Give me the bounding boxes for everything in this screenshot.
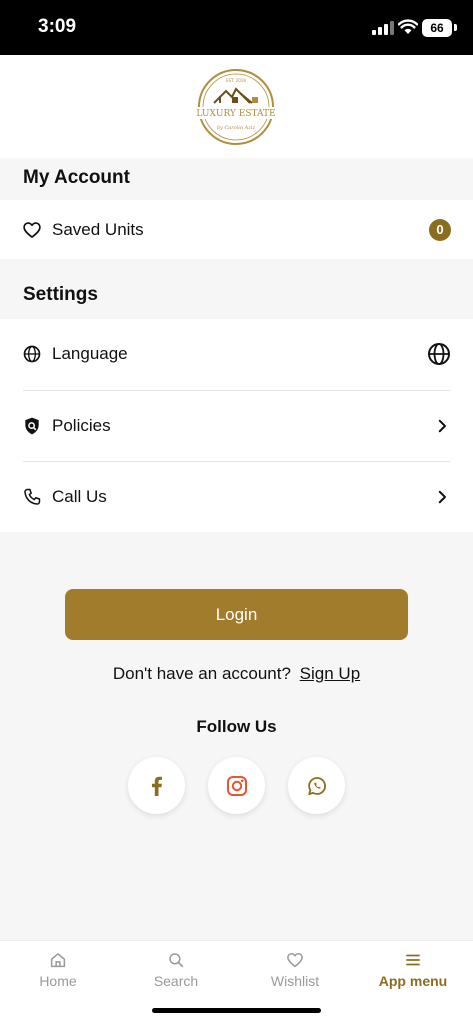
heart-icon bbox=[23, 221, 41, 238]
whatsapp-button[interactable] bbox=[288, 757, 345, 814]
logo-main-text: LUXURY ESTATE bbox=[196, 109, 275, 119]
home-indicator[interactable] bbox=[152, 1008, 321, 1013]
status-bar: 3:09 66 bbox=[0, 0, 473, 55]
whatsapp-icon bbox=[307, 776, 326, 795]
phone-icon bbox=[24, 488, 41, 505]
follow-us-title: Follow Us bbox=[196, 717, 277, 736]
home-icon bbox=[50, 953, 66, 968]
tab-app-menu[interactable]: App menu bbox=[363, 951, 463, 1001]
tab-home[interactable]: Home bbox=[8, 951, 108, 1001]
saved-units-label: Saved Units bbox=[52, 219, 144, 239]
settings-title: Settings bbox=[23, 284, 98, 305]
luxury-estate-logo: EST. 2018 LUXURY ESTATE by Carolin Aziz bbox=[194, 69, 278, 145]
heart-icon bbox=[287, 953, 303, 968]
instagram-icon bbox=[226, 775, 247, 796]
my-account-header: My Account bbox=[0, 158, 473, 200]
tab-search[interactable]: Search bbox=[126, 951, 226, 1001]
language-label: Language bbox=[52, 344, 128, 363]
tab-home-label: Home bbox=[39, 973, 77, 989]
wifi-icon bbox=[398, 19, 418, 34]
settings-header: Settings bbox=[0, 259, 473, 319]
signup-prompt: Don't have an account? Sign Up bbox=[0, 664, 473, 684]
tab-wishlist[interactable]: Wishlist bbox=[245, 951, 345, 1001]
chevron-right-icon bbox=[438, 419, 446, 433]
my-account-title: My Account bbox=[23, 167, 130, 188]
policies-label: Policies bbox=[52, 416, 111, 435]
settings-block: Language Policies Call Us bbox=[0, 319, 473, 532]
menu-icon bbox=[406, 954, 420, 966]
tab-wishlist-label: Wishlist bbox=[270, 973, 320, 989]
facebook-button[interactable] bbox=[128, 757, 185, 814]
no-account-text: Don't have an account? bbox=[112, 664, 291, 683]
tab-app-menu-label: App menu bbox=[378, 973, 448, 989]
signup-link[interactable]: Sign Up bbox=[300, 664, 360, 683]
saved-units-block: Saved Units 0 bbox=[0, 200, 473, 259]
login-button[interactable]: Login bbox=[65, 589, 408, 640]
instagram-button[interactable] bbox=[208, 757, 265, 814]
status-time: 3:09 bbox=[38, 16, 77, 37]
call-us-label: Call Us bbox=[52, 487, 107, 506]
logo-header: EST. 2018 LUXURY ESTATE by Carolin Aziz bbox=[0, 55, 473, 158]
battery-icon: 66 bbox=[422, 19, 452, 37]
settings-item-policies[interactable]: Policies bbox=[0, 391, 473, 461]
battery-tip bbox=[454, 24, 457, 31]
globe-icon bbox=[23, 345, 41, 363]
settings-item-call-us[interactable]: Call Us bbox=[0, 462, 473, 532]
facebook-icon bbox=[151, 776, 162, 796]
logo-top-text: EST. 2018 bbox=[226, 78, 246, 83]
saved-units-row[interactable]: Saved Units 0 bbox=[0, 200, 473, 259]
chevron-right-icon bbox=[438, 490, 446, 504]
logo-sub-text: by Carolin Aziz bbox=[217, 125, 256, 131]
search-icon bbox=[169, 953, 184, 968]
signal-icon bbox=[372, 21, 394, 35]
saved-units-count-badge: 0 bbox=[429, 218, 451, 241]
shield-icon bbox=[25, 417, 39, 435]
settings-item-language[interactable]: Language bbox=[0, 319, 473, 389]
globe-icon[interactable] bbox=[427, 342, 451, 366]
tab-search-label: Search bbox=[153, 973, 199, 989]
